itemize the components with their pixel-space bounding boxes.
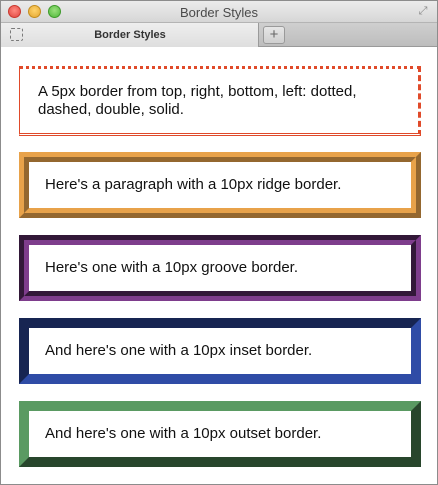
paragraph-ridge: Here's a paragraph with a 10px ridge bor… [45,176,342,193]
new-tab-button[interactable]: + [263,26,285,44]
tab-border-styles[interactable]: Border Styles [1,23,259,47]
paragraph-multi-style: A 5px border from top, right, bottom, le… [38,83,357,118]
paragraph-outset: And here's one with a 10px outset border… [45,425,322,442]
paragraph-inset: And here's one with a 10px inset border. [45,342,313,359]
page-content: A 5px border from top, right, bottom, le… [1,48,437,484]
window-title: Border Styles [179,5,259,20]
title-bar: Border Styles ⤢ [1,1,437,23]
tab-bar: Border Styles + [1,23,437,47]
outset-border-box: And here's one with a 10px outset border… [19,401,421,467]
browser-window: Border Styles ⤢ Border Styles + A 5px bo… [0,0,438,485]
ridge-border-box: Here's a paragraph with a 10px ridge bor… [19,152,421,218]
fullscreen-icon[interactable]: ⤢ [417,5,429,17]
tab-label: Border Styles [94,29,166,41]
multi-style-border-box: A 5px border from top, right, bottom, le… [19,66,421,136]
inset-border-box: And here's one with a 10px inset border. [19,318,421,384]
groove-border-box: Here's one with a 10px groove border. [19,235,421,301]
paragraph-groove: Here's one with a 10px groove border. [45,259,299,276]
